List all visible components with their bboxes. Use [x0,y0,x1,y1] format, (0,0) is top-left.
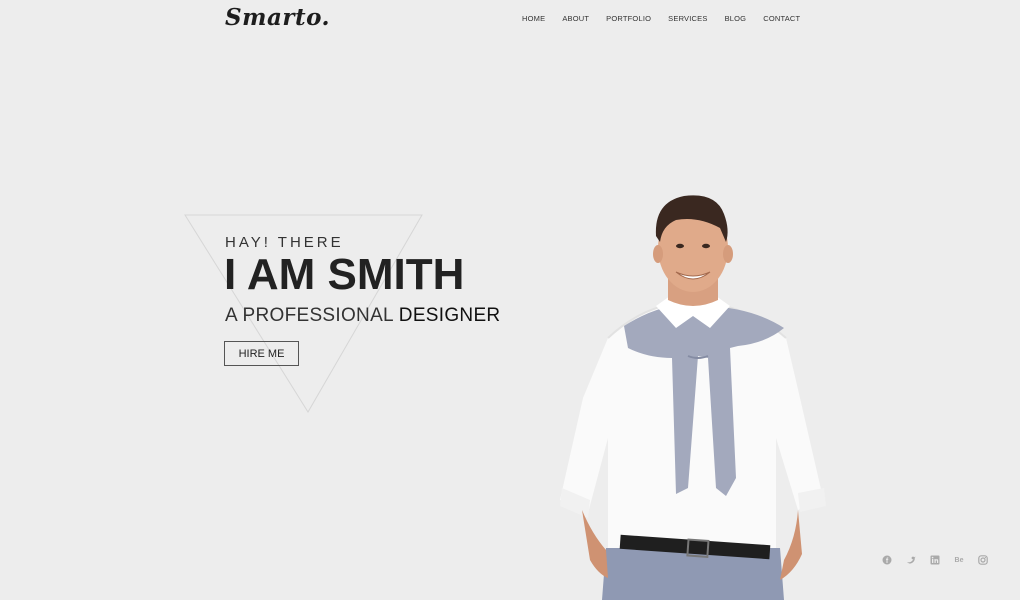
nav-portfolio[interactable]: PORTFOLIO [606,14,651,23]
nav-contact[interactable]: CONTACT [763,14,800,23]
nav-services[interactable]: SERVICES [668,14,707,23]
hero-name: I AM SMITH [224,250,465,299]
twitter-icon[interactable] [906,555,916,565]
site-logo[interactable]: Smarto. [225,4,330,31]
linkedin-icon[interactable] [930,555,940,565]
hero-role: A PROFESSIONAL DESIGNER [225,305,500,327]
instagram-icon[interactable] [978,555,988,565]
nav-blog[interactable]: BLOG [725,14,747,23]
hire-me-button[interactable]: HIRE ME [224,341,299,366]
role-prefix: A PROFESSIONAL [225,305,399,326]
behance-icon[interactable]: Be [954,555,964,565]
hero-portrait [560,195,826,600]
role-highlight: DESIGNER [398,305,501,326]
hero-greeting: HAY! THERE [225,234,344,251]
facebook-icon[interactable]: f [882,555,892,565]
main-nav: HOME ABOUT PORTFOLIO SERVICES BLOG CONTA… [522,14,817,23]
nav-about[interactable]: ABOUT [562,14,589,23]
social-links: f Be [882,555,988,565]
nav-home[interactable]: HOME [522,14,545,23]
